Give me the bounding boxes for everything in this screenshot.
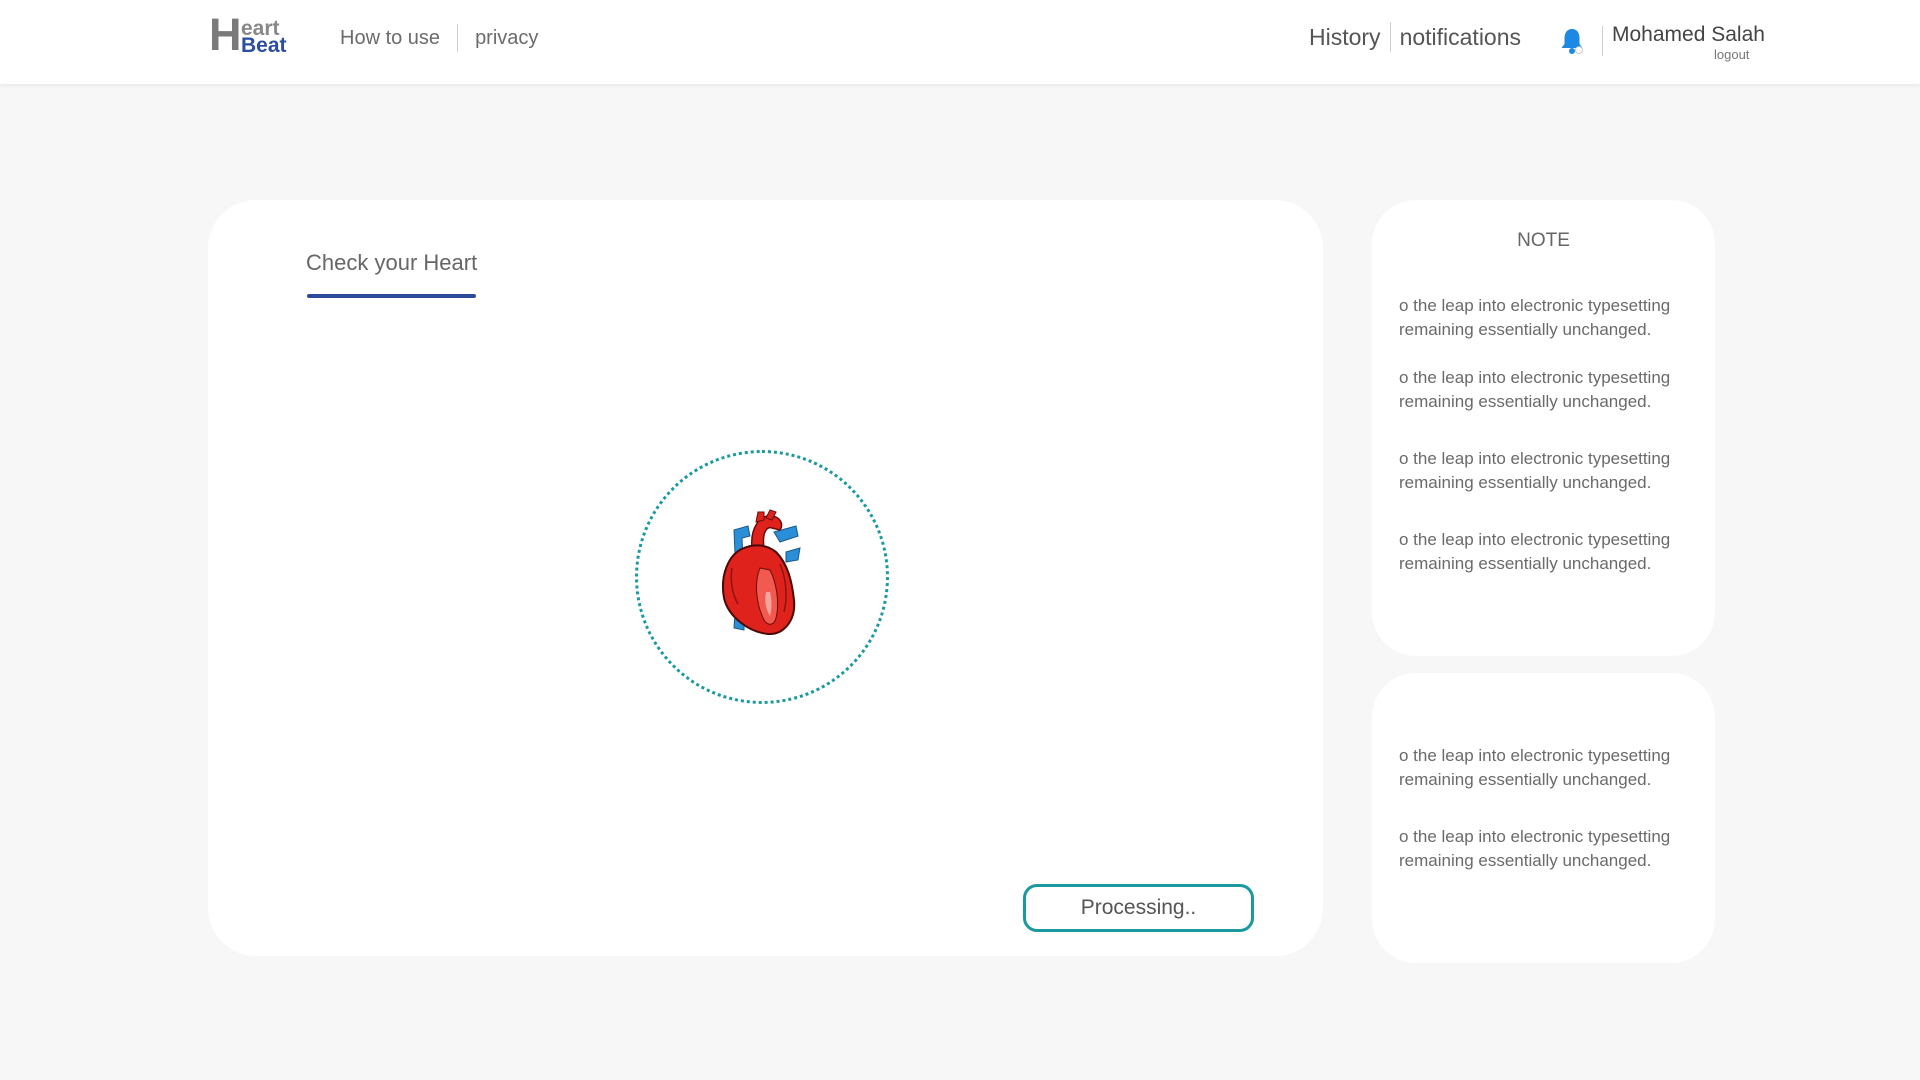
active-tab-indicator	[307, 294, 476, 298]
bell-icon[interactable]	[1558, 26, 1586, 56]
logo-letter: H	[209, 9, 242, 60]
note-card: NOTE o the leap into electronic typesett…	[1372, 200, 1715, 656]
logo-line2: Beat	[241, 34, 287, 57]
logout-link[interactable]: logout	[1714, 47, 1749, 62]
note-item: o the leap into electronic typesetting r…	[1399, 827, 1671, 870]
tab-check-your-heart[interactable]: Check your Heart	[306, 250, 477, 276]
note-item: o the leap into electronic typesetting r…	[1399, 449, 1671, 492]
top-navbar: H eart Beat How to use privacy History n…	[0, 0, 1920, 84]
user-divider	[1602, 26, 1603, 56]
nav-left: How to use privacy	[340, 24, 538, 52]
note-item: o the leap into electronic typesetting r…	[1399, 368, 1671, 411]
nav-privacy[interactable]: privacy	[475, 27, 538, 50]
note-item: o the leap into electronic typesetting r…	[1399, 296, 1671, 339]
nav-right: History notifications	[1309, 22, 1521, 52]
processing-button[interactable]: Processing..	[1023, 884, 1254, 932]
nav-history[interactable]: History	[1309, 24, 1381, 51]
nav-how-to-use[interactable]: How to use	[340, 27, 440, 50]
note-card-secondary: o the leap into electronic typesetting r…	[1372, 673, 1715, 963]
note-item: o the leap into electronic typesetting r…	[1399, 530, 1671, 573]
nav-divider	[457, 24, 459, 52]
heartbeat-logo[interactable]: H eart Beat	[209, 12, 291, 57]
check-heart-card: Check your Heart Processing..	[208, 200, 1323, 956]
nav-divider	[1389, 22, 1391, 52]
nav-notifications[interactable]: notifications	[1400, 24, 1521, 51]
note-item: o the leap into electronic typesetting r…	[1399, 746, 1671, 789]
heart-icon	[722, 509, 801, 636]
note-title: NOTE	[1517, 230, 1570, 251]
user-name[interactable]: Mohamed Salah	[1612, 23, 1765, 47]
